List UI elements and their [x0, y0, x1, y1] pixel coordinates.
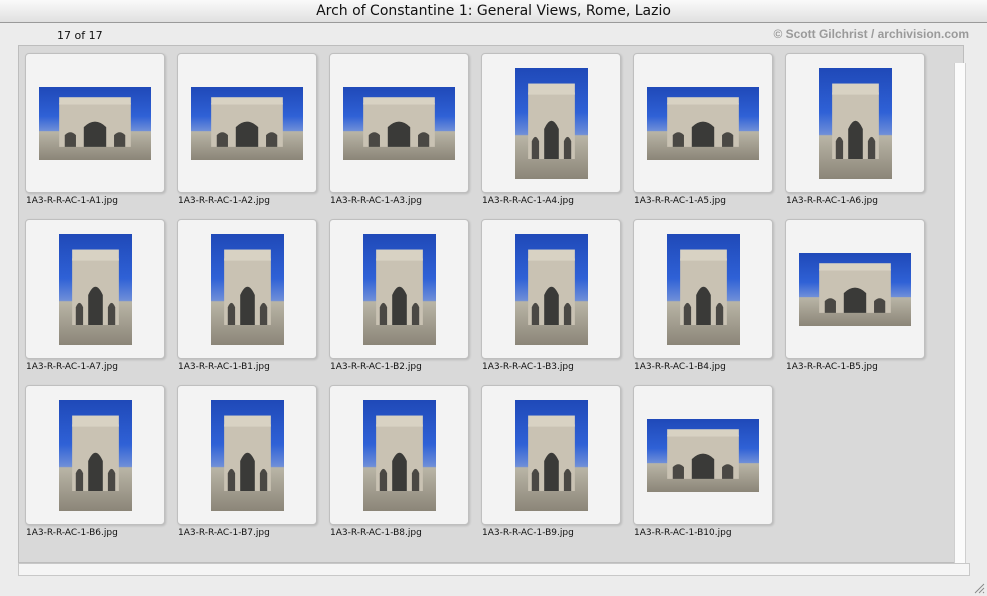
thumbnail-frame[interactable]: [785, 219, 925, 359]
thumbnail-item[interactable]: 1A3-R-R-AC-1-A1.jpg: [25, 53, 165, 213]
thumbnail-filename: 1A3-R-R-AC-1-B10.jpg: [634, 528, 732, 538]
image-counter: 17 of 17: [57, 29, 103, 42]
thumbnail-item[interactable]: 1A3-R-R-AC-1-B4.jpg: [633, 219, 773, 379]
thumbnail-frame[interactable]: [481, 385, 621, 525]
thumbnail-image[interactable]: [819, 68, 892, 179]
thumbnail-filename: 1A3-R-R-AC-1-A2.jpg: [178, 196, 270, 206]
thumbnail-frame[interactable]: [177, 219, 317, 359]
thumbnail-filename: 1A3-R-R-AC-1-A7.jpg: [26, 362, 118, 372]
thumbnail-item[interactable]: 1A3-R-R-AC-1-B5.jpg: [785, 219, 925, 379]
thumbnail-image[interactable]: [667, 234, 740, 345]
thumbnail-filename: 1A3-R-R-AC-1-B6.jpg: [26, 528, 118, 538]
thumbnail-filename: 1A3-R-R-AC-1-B7.jpg: [178, 528, 270, 538]
thumbnail-filename: 1A3-R-R-AC-1-A1.jpg: [26, 196, 118, 206]
resize-grip-icon[interactable]: [973, 582, 985, 594]
thumbnail-image[interactable]: [191, 87, 303, 160]
thumbnail-item[interactable]: 1A3-R-R-AC-1-B2.jpg: [329, 219, 469, 379]
thumbnail-image[interactable]: [515, 68, 588, 179]
thumbnail-filename: 1A3-R-R-AC-1-B3.jpg: [482, 362, 574, 372]
thumbnail-filename: 1A3-R-R-AC-1-B8.jpg: [330, 528, 422, 538]
thumbnail-image[interactable]: [39, 87, 151, 160]
thumbnail-filename: 1A3-R-R-AC-1-A5.jpg: [634, 196, 726, 206]
thumbnail-filename: 1A3-R-R-AC-1-A4.jpg: [482, 196, 574, 206]
thumbnail-filename: 1A3-R-R-AC-1-A3.jpg: [330, 196, 422, 206]
thumbnail-image[interactable]: [211, 400, 284, 511]
window-titlebar[interactable]: Arch of Constantine 1: General Views, Ro…: [0, 0, 987, 23]
thumbnail-image[interactable]: [515, 234, 588, 345]
thumbnail-image[interactable]: [363, 400, 436, 511]
thumbnail-filename: 1A3-R-R-AC-1-A6.jpg: [786, 196, 878, 206]
thumbnail-item[interactable]: 1A3-R-R-AC-1-A3.jpg: [329, 53, 469, 213]
thumbnail-image[interactable]: [343, 87, 455, 160]
thumbnail-frame[interactable]: [785, 53, 925, 193]
thumbnail-filename: 1A3-R-R-AC-1-B9.jpg: [482, 528, 574, 538]
thumbnail-frame[interactable]: [481, 53, 621, 193]
thumbnail-image[interactable]: [647, 419, 759, 492]
thumbnail-frame[interactable]: [633, 53, 773, 193]
thumbnail-item[interactable]: 1A3-R-R-AC-1-B1.jpg: [177, 219, 317, 379]
thumbnail-image[interactable]: [59, 234, 132, 345]
thumbnail-frame[interactable]: [329, 219, 469, 359]
thumbnail-item[interactable]: 1A3-R-R-AC-1-A2.jpg: [177, 53, 317, 213]
thumbnail-frame[interactable]: [329, 53, 469, 193]
thumbnail-filename: 1A3-R-R-AC-1-B2.jpg: [330, 362, 422, 372]
thumbnail-image[interactable]: [211, 234, 284, 345]
thumbnail-item[interactable]: 1A3-R-R-AC-1-A4.jpg: [481, 53, 621, 213]
thumbnail-image[interactable]: [799, 253, 911, 326]
thumbnail-item[interactable]: 1A3-R-R-AC-1-B3.jpg: [481, 219, 621, 379]
thumbnail-frame[interactable]: [25, 53, 165, 193]
thumbnail-frame[interactable]: [25, 219, 165, 359]
thumbnail-item[interactable]: 1A3-R-R-AC-1-B10.jpg: [633, 385, 773, 545]
thumbnail-item[interactable]: 1A3-R-R-AC-1-A7.jpg: [25, 219, 165, 379]
vertical-scrollbar[interactable]: [954, 63, 966, 563]
thumbnail-frame[interactable]: [633, 385, 773, 525]
thumbnail-item[interactable]: 1A3-R-R-AC-1-B8.jpg: [329, 385, 469, 545]
thumbnail-item[interactable]: 1A3-R-R-AC-1-B9.jpg: [481, 385, 621, 545]
thumbnail-item[interactable]: 1A3-R-R-AC-1-A6.jpg: [785, 53, 925, 213]
thumbnail-filename: 1A3-R-R-AC-1-B1.jpg: [178, 362, 270, 372]
thumbnail-filename: 1A3-R-R-AC-1-B4.jpg: [634, 362, 726, 372]
horizontal-scrollbar[interactable]: [18, 563, 970, 576]
thumbnail-frame[interactable]: [177, 53, 317, 193]
thumbnail-image[interactable]: [647, 87, 759, 160]
thumbnail-item[interactable]: 1A3-R-R-AC-1-B7.jpg: [177, 385, 317, 545]
thumbnail-frame[interactable]: [633, 219, 773, 359]
thumbnail-item[interactable]: 1A3-R-R-AC-1-A5.jpg: [633, 53, 773, 213]
thumbnail-frame[interactable]: [329, 385, 469, 525]
thumbnail-frame[interactable]: [25, 385, 165, 525]
window-title: Arch of Constantine 1: General Views, Ro…: [316, 3, 671, 19]
thumbnail-image[interactable]: [515, 400, 588, 511]
thumbnail-filename: 1A3-R-R-AC-1-B5.jpg: [786, 362, 878, 372]
thumbnail-frame[interactable]: [177, 385, 317, 525]
thumbnail-item[interactable]: 1A3-R-R-AC-1-B6.jpg: [25, 385, 165, 545]
copyright-credit: © Scott Gilchrist / archivision.com: [773, 27, 969, 41]
thumbnail-grid: 1A3-R-R-AC-1-A1.jpg 1A3-R-R-AC-1-A2.jpg 1A…: [25, 53, 945, 563]
thumbnail-image[interactable]: [59, 400, 132, 511]
thumbnail-image[interactable]: [363, 234, 436, 345]
thumbnail-frame[interactable]: [481, 219, 621, 359]
